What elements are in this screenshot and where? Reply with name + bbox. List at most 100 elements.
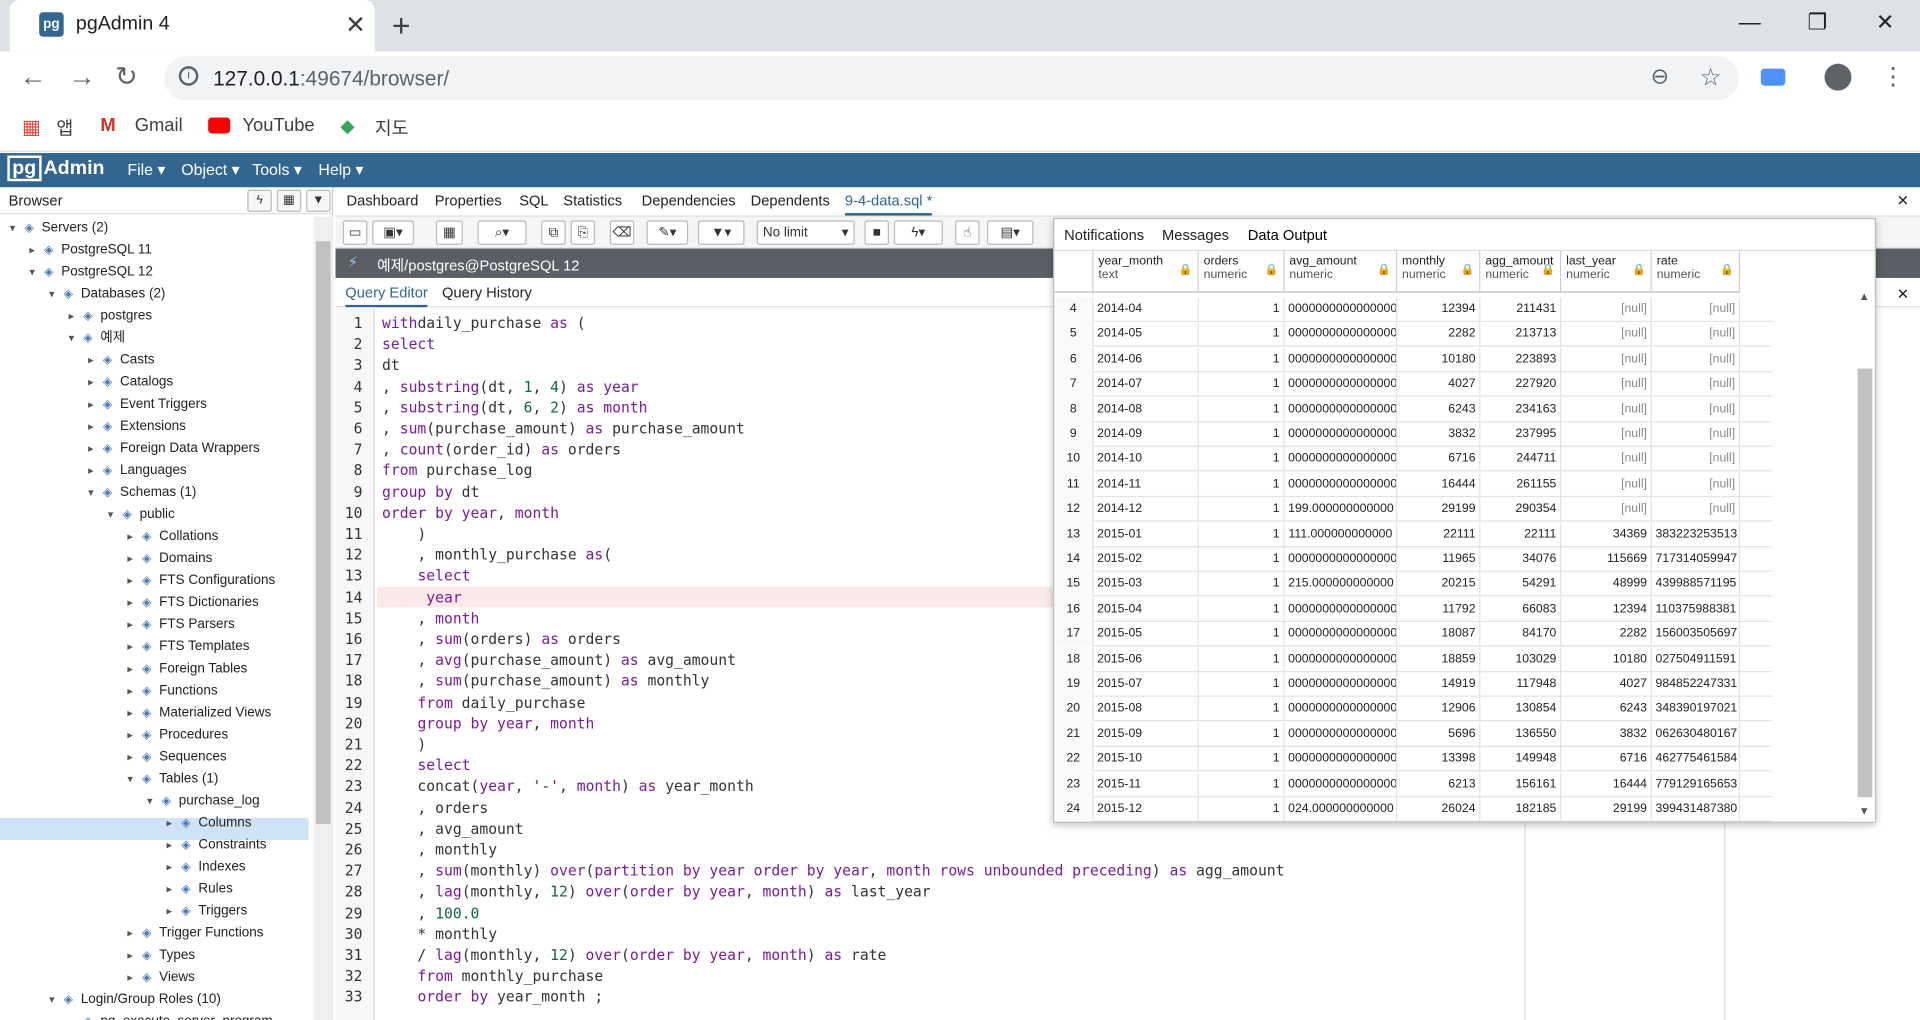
table-cell[interactable]: 237995 — [1480, 422, 1562, 447]
table-cell[interactable]: 54291 — [1480, 572, 1562, 597]
tree-node[interactable]: ▾ ◈ Tables (1) — [127, 768, 218, 790]
table-cell[interactable]: 1 — [1199, 472, 1285, 497]
tree-node[interactable]: ▸ ◈ Procedures — [127, 724, 228, 746]
tree-node[interactable]: ◈pg_execute_server_program — [69, 1010, 273, 1020]
table-cell[interactable]: 6213 — [1397, 772, 1481, 797]
table-cell[interactable]: 2014-04 — [1093, 297, 1199, 323]
maps-icon[interactable]: ◆ — [340, 115, 354, 137]
table-row[interactable]: 22 2015-10 1 0000000000000000 13398 149948 671… — [1054, 747, 1772, 772]
chevron-down-icon[interactable]: ▾ — [127, 768, 142, 790]
table-cell[interactable]: 84170 — [1480, 622, 1562, 647]
chevron-right-icon[interactable]: ▸ — [127, 702, 142, 724]
code-line[interactable]: select — [382, 757, 470, 774]
table-cell[interactable]: 1 — [1199, 747, 1285, 772]
chevron-down-icon[interactable]: ▾ — [29, 261, 44, 283]
table-cell[interactable]: 0000000000000000 — [1285, 772, 1398, 797]
new-tab-icon[interactable]: + — [392, 7, 411, 45]
code-line[interactable]: , sum(purchase_amount) as purchase_amoun… — [382, 420, 745, 437]
tree-node[interactable]: ▸ ◈ Sequences — [127, 746, 226, 768]
table-cell[interactable]: 0000000000000000 — [1285, 597, 1398, 622]
forward-icon[interactable]: → — [69, 61, 96, 93]
address-bar[interactable]: i 127.0.0.1:49674/browser/ ⊖ ☆ — [164, 56, 1739, 101]
table-cell[interactable]: 024.000000000000 — [1285, 797, 1398, 822]
chevron-right-icon[interactable]: ▸ — [88, 437, 103, 459]
tree-node[interactable]: ▾ ◈ public — [108, 503, 175, 525]
open-file-icon[interactable]: ▭ — [342, 220, 368, 245]
table-cell[interactable]: 2015-08 — [1093, 697, 1199, 722]
back-icon[interactable]: ← — [20, 61, 47, 93]
table-cell[interactable]: 2014-09 — [1093, 422, 1199, 447]
table-cell[interactable]: [null] — [1561, 472, 1652, 497]
row-number[interactable]: 20 — [1054, 697, 1094, 722]
table-cell[interactable]: 0000000000000000 — [1285, 422, 1398, 447]
table-cell[interactable]: 215.000000000000 — [1285, 572, 1398, 597]
stop-icon[interactable]: ■ — [864, 220, 889, 245]
code-line[interactable]: ) — [382, 525, 426, 542]
table-cell[interactable]: 439988571195 — [1652, 572, 1741, 597]
code-line[interactable]: , month — [382, 610, 479, 627]
tree-scrollbar[interactable] — [313, 216, 334, 1020]
table-cell[interactable]: 0000000000000000 — [1285, 697, 1398, 722]
table-row[interactable]: 21 2015-09 1 0000000000000000 5696 136550 3832… — [1054, 722, 1772, 747]
table-cell[interactable]: 0000000000000000 — [1285, 372, 1398, 397]
column-header[interactable]: agg_amount numeric 🔒 — [1480, 251, 1562, 293]
restore-icon[interactable]: ❐ — [1807, 10, 1827, 36]
tab-sql[interactable]: SQL — [519, 192, 548, 209]
table-cell[interactable]: 462775461584 — [1652, 747, 1741, 772]
table-cell[interactable]: 11965 — [1397, 547, 1481, 572]
scroll-down-icon[interactable]: ▼ — [1859, 804, 1870, 816]
table-row[interactable]: 13 2015-01 1 111.000000000000 22111 22111 3436… — [1054, 522, 1772, 547]
row-limit-select[interactable]: No limit ▾ — [756, 220, 855, 245]
table-cell[interactable]: 2015-12 — [1093, 797, 1199, 822]
execute-icon[interactable]: ϟ▾ — [893, 220, 943, 245]
row-number[interactable]: 4 — [1054, 297, 1094, 323]
table-row[interactable]: 10 2014-10 1 0000000000000000 6716 244711 [nul… — [1054, 447, 1772, 472]
table-cell[interactable]: 16444 — [1397, 472, 1481, 497]
row-number[interactable]: 10 — [1054, 447, 1094, 472]
tree-node[interactable]: ▸ ◈ FTS Parsers — [127, 613, 234, 635]
code-line[interactable]: withdaily_purchase as ( — [382, 315, 585, 332]
menu-object[interactable]: Object ▾ — [181, 160, 239, 180]
close-output-icon[interactable]: ✕ — [1897, 285, 1909, 302]
tab-query-history[interactable]: Query History — [442, 284, 532, 301]
table-row[interactable]: 16 2015-04 1 0000000000000000 11792 66083 1239… — [1054, 597, 1772, 622]
row-number[interactable]: 24 — [1054, 797, 1094, 822]
tree-node[interactable]: ▸ ◈ FTS Configurations — [127, 569, 275, 591]
tree-node[interactable]: ▾ ◈ Schemas (1) — [88, 481, 196, 503]
table-cell[interactable]: 199.000000000000 — [1285, 497, 1398, 522]
table-cell[interactable]: 1 — [1199, 497, 1285, 522]
table-cell[interactable]: 244711 — [1480, 447, 1562, 472]
code-line[interactable]: group by dt — [382, 483, 479, 500]
table-cell[interactable]: [null] — [1561, 322, 1652, 348]
row-number[interactable]: 11 — [1054, 472, 1094, 497]
tree-node[interactable]: ▸ ◈ Columns — [167, 812, 252, 834]
chevron-right-icon[interactable]: ▸ — [88, 371, 103, 393]
chevron-right-icon[interactable]: ▸ — [88, 459, 103, 481]
apps-grid-icon[interactable]: ▦ — [22, 115, 41, 139]
table-cell[interactable]: 227920 — [1480, 372, 1562, 397]
code-line[interactable]: ) — [382, 736, 426, 753]
chevron-right-icon[interactable]: ▸ — [167, 834, 182, 856]
table-cell[interactable]: 0000000000000000 — [1285, 547, 1398, 572]
table-cell[interactable]: 10180 — [1397, 347, 1481, 372]
table-cell[interactable]: 10180 — [1561, 647, 1652, 672]
tab-dashboard[interactable]: Dashboard — [347, 192, 419, 209]
column-header[interactable]: avg_amount numeric 🔒 — [1284, 251, 1398, 293]
table-cell[interactable]: 6716 — [1397, 447, 1481, 472]
table-cell[interactable]: 2015-05 — [1093, 622, 1199, 647]
table-cell[interactable]: 1 — [1199, 797, 1285, 822]
query-tool-icon[interactable]: ϟ — [247, 189, 272, 212]
browser-tab[interactable]: pg pgAdmin 4 ✕ — [9, 0, 375, 52]
table-cell[interactable]: [null] — [1652, 397, 1741, 422]
table-cell[interactable]: 34369 — [1561, 522, 1652, 547]
table-cell[interactable]: [null] — [1652, 447, 1741, 472]
table-cell[interactable]: 156161 — [1480, 772, 1562, 797]
table-cell[interactable]: 16444 — [1561, 772, 1652, 797]
table-cell[interactable]: 062630480167 — [1652, 722, 1741, 747]
row-number[interactable]: 14 — [1054, 547, 1094, 572]
chevron-right-icon[interactable]: ▸ — [167, 900, 182, 922]
tree-node[interactable]: ▸ ◈ Languages — [88, 459, 187, 481]
table-cell[interactable]: 2015-01 — [1093, 522, 1199, 547]
table-cell[interactable]: 1 — [1199, 322, 1285, 348]
table-cell[interactable]: 1 — [1199, 572, 1285, 597]
